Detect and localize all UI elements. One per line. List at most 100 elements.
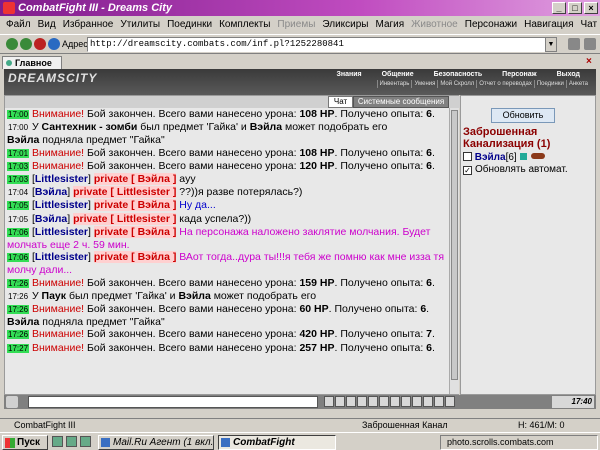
task-combatfight[interactable]: CombatFight [218,435,336,450]
settings-icon[interactable] [401,396,411,407]
message-timestamp[interactable]: 17:06 [7,253,30,263]
menu-item[interactable]: Чат [581,19,598,30]
menu-item[interactable]: Приемы [277,19,315,30]
chat-message: 17:05 [Вэйла] private [ Littlesister ] к… [7,212,447,226]
chat-tools [324,396,455,407]
scrollbar-thumb[interactable] [451,110,458,380]
message-text: 108 HP [299,108,335,120]
message-text: . [432,341,435,354]
translit-icon[interactable] [368,396,378,407]
send-icon[interactable] [324,396,334,407]
menu-item[interactable]: Поединки [167,19,212,30]
message-timestamp[interactable]: 17:03 [7,161,30,171]
tab-main[interactable]: Главное [2,56,62,69]
message-text: Внимание! [31,108,88,120]
tab-close-icon[interactable]: × [586,57,596,67]
address-input[interactable]: http://dreamscity.combats.com/inf.pl?125… [87,37,547,52]
message-text[interactable]: Littlesister [35,199,88,211]
go-icon[interactable] [568,38,580,50]
message-text[interactable]: Вэйла [35,213,67,225]
map-icon[interactable] [434,396,444,407]
message-timestamp[interactable]: 17:04 [7,188,29,197]
chat-mode-icon[interactable] [6,396,18,408]
menu-item[interactable]: Избранное [63,19,114,30]
chat-message: 17:26 Внимание! Бой закончен. Всего вами… [7,328,447,341]
message-timestamp[interactable]: 17:01 [7,148,30,158]
menu-item[interactable]: Эликсиры [322,19,368,30]
emote-icon[interactable] [412,396,422,407]
combatfight-icon [221,438,230,447]
close-button[interactable]: × [584,2,598,14]
message-text[interactable]: Вэйла [35,186,67,198]
clear-icon[interactable] [335,396,345,407]
message-text[interactable]: Littlesister [35,251,88,263]
mail-agent-icon [101,438,110,447]
message-timestamp[interactable]: 17:00 [7,110,30,119]
game-subnav-link[interactable]: Анкета [565,80,590,88]
player-select-checkbox[interactable] [463,152,472,161]
message-timestamp[interactable]: 17:26 [7,292,29,301]
stop-icon[interactable] [34,38,46,50]
browser-icon[interactable] [66,436,77,447]
auto-refresh-row[interactable]: ✓ Обновлять автомат. [463,164,568,176]
message-timestamp[interactable]: 17:26 [7,278,30,288]
start-button[interactable]: Пуск [2,435,48,450]
forward-icon[interactable] [20,38,32,50]
message-text: . Получено опыта: [334,328,427,341]
menu-item[interactable]: Животное [411,19,458,30]
message-timestamp[interactable]: 17:05 [7,201,30,211]
player-info-icon[interactable] [519,153,527,160]
refresh-icon[interactable] [48,38,60,50]
player-name[interactable]: Вэйла [475,152,506,163]
message-timestamp[interactable]: 17:26 [7,305,30,315]
speed-icon[interactable] [379,396,389,407]
game-subnav-link[interactable]: Мой Скролл [437,80,476,88]
menu-item[interactable]: Навигация [524,19,573,30]
game-nav-link[interactable]: Общение [372,70,424,79]
game-nav-link[interactable]: Персонаж [492,70,546,79]
message-timestamp[interactable]: 17:03 [7,175,30,185]
tools-icon[interactable] [584,38,596,50]
mail-icon[interactable] [80,436,91,447]
menu-item[interactable]: Утилиты [120,19,160,30]
message-text[interactable]: Littlesister [35,226,88,238]
desktop-icon[interactable] [52,436,63,447]
maximize-button[interactable]: □ [568,2,582,14]
task-mailru-agent[interactable]: Mail.Ru Агент (1 вкл... [98,435,214,450]
message-timestamp[interactable]: 17:06 [7,227,30,237]
smiles-icon[interactable] [357,396,367,407]
message-text: . [432,159,435,172]
game-nav-link[interactable]: Знания [326,70,371,79]
game-subnav-link[interactable]: Умения [411,80,437,88]
sound-icon[interactable] [390,396,400,407]
filter-icon[interactable] [346,396,356,407]
chat-input[interactable] [28,396,318,408]
menu-item[interactable]: Вид [38,19,56,30]
chat-message: 17:26 Внимание! Бой закончен. Всего вами… [7,303,447,316]
help-icon[interactable] [445,396,455,407]
tab-system-messages[interactable]: Системные сообщения [353,96,449,108]
menu-item[interactable]: Файл [6,19,31,30]
auto-refresh-checkbox[interactable]: ✓ [463,166,472,175]
message-timestamp[interactable]: 17:26 [7,330,30,340]
game-subnav-link[interactable]: Отчет о переводах [476,80,534,88]
player-row[interactable]: Вэйла[6] [463,152,546,164]
message-text[interactable]: Littlesister [35,173,88,185]
address-dropdown-icon[interactable]: ▼ [545,37,557,52]
back-icon[interactable] [6,38,18,50]
message-timestamp[interactable]: 17:00 [7,123,29,132]
message-timestamp[interactable]: 17:27 [7,343,30,353]
chat-scrollbar[interactable] [449,108,459,394]
game-subnav-link[interactable]: Поединки [533,80,566,88]
refresh-button[interactable]: Обновить [491,108,555,123]
minimize-button[interactable]: _ [552,2,566,14]
log-icon[interactable] [423,396,433,407]
game-nav-link[interactable]: Выход [547,70,590,79]
menu-item[interactable]: Магия [376,19,405,30]
game-nav-link[interactable]: Безопасность [424,70,493,79]
menu-item[interactable]: Персонажи [465,19,517,30]
message-timestamp[interactable]: 17:05 [7,215,29,224]
menu-item[interactable]: Комплекты [219,19,270,30]
game-subnav-link[interactable]: Инвентарь [376,80,412,88]
tab-chat[interactable]: Чат [328,96,353,108]
